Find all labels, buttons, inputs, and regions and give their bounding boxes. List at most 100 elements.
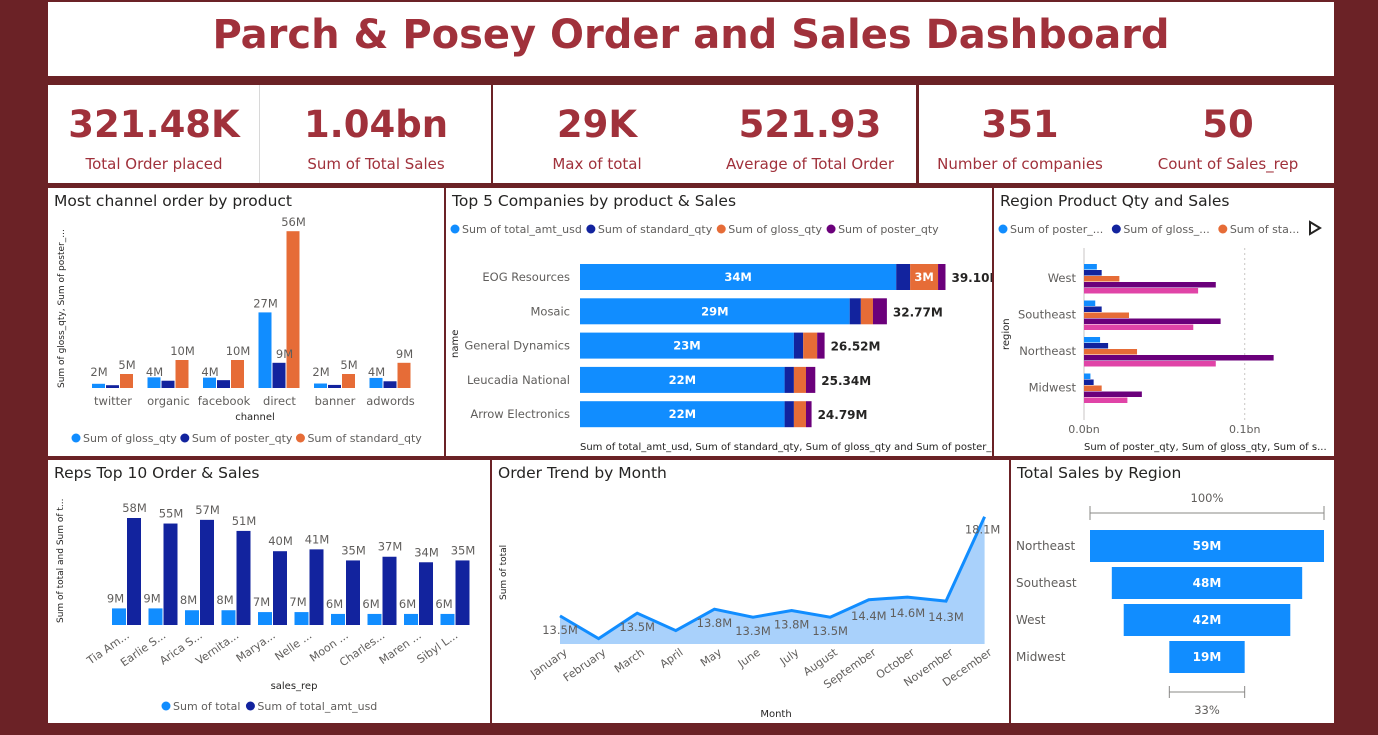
companies-chart: Sum of total_amt_usd Sum of standard_qty S… — [450, 223, 992, 453]
companies-legend-marker — [826, 224, 836, 234]
trend-chart: 13.5M 13.5M 13.8M13.3M 13.8M 13.5M14.4M 14.6M… — [499, 516, 1000, 720]
reps-bar — [455, 560, 470, 625]
trend-point-label: 13.8M — [774, 618, 810, 632]
region-bar — [1084, 276, 1120, 282]
kpi-label-companies: Number of companies — [937, 155, 1103, 173]
channel-chart: 2M 5M twitter 4M 10M organic 4M 10M facebook 27M 9… — [57, 215, 422, 445]
funnel-bottom-percent: 33% — [1194, 703, 1220, 717]
region-legend-label: Sum of sta... — [1230, 223, 1300, 236]
channel-x-tick: direct — [263, 394, 296, 408]
kpi-label-total-sales: Sum of Total Sales — [307, 155, 445, 173]
funnel-chart-panel[interactable]: Total Sales by Region 100% 59M Northeast 48… — [1011, 460, 1334, 723]
channel-bar — [120, 374, 133, 388]
reps-bar — [273, 551, 287, 625]
companies-chart-panel[interactable]: Top 5 Companies by product & Sales Sum o… — [446, 188, 992, 456]
reps-legend-marker — [245, 701, 255, 711]
trend-chart-panel[interactable]: Order Trend by Month 13.5M 13.5M 13.8M 13.3… — [492, 460, 1009, 723]
trend-point-label: 14.6M — [890, 606, 926, 620]
channel-legend-label: Sum of poster_qty — [192, 432, 293, 445]
channel-data-label: 4M — [368, 365, 385, 379]
companies-legend-marker — [716, 224, 726, 234]
channel-bar — [217, 380, 230, 388]
reps-bar — [346, 560, 360, 625]
region-bar — [1084, 391, 1142, 397]
channel-bar — [314, 383, 327, 388]
channel-data-label: 5M — [340, 358, 357, 372]
trend-point-label: 13.5M — [619, 620, 655, 634]
title-panel: Parch & Posey Order and Sales Dashboard — [48, 2, 1334, 76]
reps-data-label: 6M — [326, 597, 343, 611]
region-legend-label: Sum of poster_... — [1010, 223, 1103, 236]
trend-point-label: 13.5M — [812, 624, 848, 638]
region-bar — [1084, 264, 1097, 270]
region-bar — [1084, 318, 1221, 324]
kpi-group-totals: 29K Max of total 521.93 Average of Total… — [493, 85, 916, 183]
channel-legend-marker — [295, 433, 305, 443]
channel-legend-label: Sum of standard_qty — [307, 432, 422, 445]
region-bar — [1084, 361, 1216, 367]
kpi-value-total-sales: 1.04bn — [303, 103, 449, 146]
companies-legend-marker — [450, 224, 460, 234]
reps-data-label: 7M — [289, 595, 306, 609]
kpi-label-sales-reps: Count of Sales_rep — [1157, 155, 1299, 173]
channel-data-label: 4M — [201, 365, 218, 379]
reps-data-label: 8M — [216, 593, 233, 607]
companies-bar — [849, 298, 861, 325]
channel-legend-label: Sum of gloss_qty — [83, 432, 177, 445]
channel-bar — [383, 381, 397, 388]
kpi-label-average-order: Average of Total Order — [725, 155, 895, 173]
trend-point-label: 13.3M — [735, 624, 771, 638]
companies-legend-label: Sum of total_amt_usd — [462, 223, 582, 236]
reps-data-label: 35M — [341, 543, 366, 557]
channel-x-axis-title: channel — [235, 412, 275, 423]
companies-y-tick: Mosaic — [530, 304, 570, 318]
trend-x-tick: April — [657, 646, 685, 671]
reps-bar — [127, 518, 141, 625]
region-bar — [1084, 373, 1091, 379]
channel-bar — [342, 374, 355, 388]
reps-legend-marker — [161, 701, 171, 711]
reps-bar — [419, 562, 433, 625]
reps-legend-label: Sum of total_amt_usd — [257, 700, 377, 713]
reps-data-label: 55M — [159, 507, 184, 521]
channel-bar — [106, 385, 119, 388]
companies-y-tick: General Dynamics — [464, 339, 570, 353]
reps-bar — [112, 608, 126, 625]
reps-bar — [236, 530, 251, 625]
reps-data-label: 57M — [195, 503, 220, 517]
reps-x-axis-title: sales_rep — [271, 681, 318, 692]
trend-point-label: 14.3M — [928, 610, 964, 624]
companies-bar-label: 22M — [669, 373, 696, 387]
funnel-category-label: Northeast — [1016, 539, 1076, 553]
region-legend-marker — [1218, 224, 1228, 234]
companies-bar-label: 29M — [701, 304, 728, 318]
companies-y-tick: Leucadia National — [467, 373, 570, 387]
region-bar — [1084, 312, 1129, 318]
region-bar — [1084, 337, 1101, 343]
companies-bar-label: 23M — [673, 339, 700, 353]
channel-legend-marker — [180, 433, 190, 443]
reps-chart-panel[interactable]: Reps Top 10 Order & Sales 9M 58M Tia Am...… — [48, 460, 490, 723]
kpi-value-max-total: 29K — [556, 103, 638, 146]
companies-bar — [805, 366, 816, 393]
channel-bar — [161, 380, 175, 388]
reps-data-label: 8M — [180, 593, 197, 607]
channel-x-tick: banner — [315, 394, 356, 408]
companies-bar — [817, 332, 825, 359]
reps-bar — [185, 610, 199, 625]
region-legend-label: Sum of gloss_... — [1123, 223, 1210, 236]
channel-chart-panel[interactable]: Most channel order by product 2M 5M twitte… — [48, 188, 444, 456]
channel-data-label: 27M — [253, 296, 278, 310]
channel-data-label: 10M — [226, 344, 251, 358]
reps-data-label: 51M — [232, 514, 257, 528]
region-bar — [1084, 300, 1096, 306]
companies-bar — [803, 332, 818, 359]
reps-bar — [200, 519, 214, 625]
region-qty-chart-panel[interactable]: Region Product Qty and Sales Sum of post… — [994, 188, 1334, 456]
channel-bar — [175, 360, 189, 388]
reps-data-label: 9M — [143, 591, 160, 605]
companies-bar — [938, 264, 946, 290]
reps-bar — [404, 613, 418, 625]
companies-bar — [793, 401, 806, 428]
channel-data-label: 2M — [312, 365, 329, 379]
